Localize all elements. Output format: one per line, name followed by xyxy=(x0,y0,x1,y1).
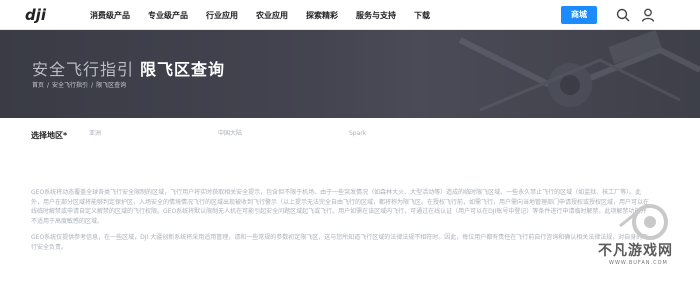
geo-description: GEO系统将动态覆盖全球各类飞行安全限制的区域，飞行用户将实时获取相关安全提示，… xyxy=(31,188,651,259)
title-section: 安全飞行指引 xyxy=(32,60,135,79)
dji-logo[interactable]: dji xyxy=(25,6,63,27)
breadcrumb-flight-guide[interactable]: 安全飞行指引 xyxy=(52,82,88,89)
page-title: 安全飞行指引 限飞区查询 xyxy=(32,56,225,80)
breadcrumb-current: 限飞区查询 xyxy=(96,82,127,89)
geo-paragraph-2: GEO系统仅提供参考信息，在一些区域，DJI 大疆创新系统将采用适用管理，请和一… xyxy=(31,234,649,251)
breadcrumb: 首页 / 安全飞行指引 / 限飞区查询 xyxy=(32,80,126,89)
nav-link-professional[interactable]: 专业级产品 xyxy=(148,10,188,21)
hero-banner: 安全飞行指引 限飞区查询 首页 / 安全飞行指引 / 限飞区查询 xyxy=(0,30,700,118)
nav-link-consumer[interactable]: 消费级产品 xyxy=(90,10,130,21)
region-selector: 选择地区* 亚洲 中国大陆 Spark xyxy=(0,118,700,158)
search-icon[interactable] xyxy=(615,7,631,23)
title-page: 限飞区查询 xyxy=(140,60,226,79)
svg-text:dji: dji xyxy=(25,7,47,23)
watermark-title: 不凡游戏网 xyxy=(598,243,673,259)
nav-links: 消费级产品 专业级产品 行业应用 农业应用 探索精彩 服务与支持 下载 xyxy=(90,0,448,30)
watermark-url: WWW.BUFAN.COM xyxy=(609,260,668,266)
store-button[interactable]: 商城 xyxy=(561,6,597,24)
nav-link-support[interactable]: 服务与支持 xyxy=(356,10,396,21)
hero-drone-graphic xyxy=(458,30,700,112)
nav-link-download[interactable]: 下载 xyxy=(414,10,430,21)
continent-select[interactable]: 亚洲 xyxy=(85,127,205,141)
nav-link-agriculture[interactable]: 农业应用 xyxy=(256,10,288,21)
breadcrumb-separator: / xyxy=(47,82,50,89)
geo-paragraph-1: GEO系统将动态覆盖全球各类飞行安全限制的区域，飞行用户将实时获取相关安全提示，… xyxy=(31,189,650,225)
product-select[interactable]: Spark xyxy=(345,127,465,141)
breadcrumb-home[interactable]: 首页 xyxy=(32,82,44,89)
top-nav: dji 消费级产品 专业级产品 行业应用 农业应用 探索精彩 服务与支持 下载 … xyxy=(0,0,700,30)
breadcrumb-separator: / xyxy=(91,82,94,89)
nav-link-enterprise[interactable]: 行业应用 xyxy=(206,10,238,21)
nav-link-explore[interactable]: 探索精彩 xyxy=(306,10,338,21)
user-icon[interactable] xyxy=(640,7,656,23)
country-select[interactable]: 中国大陆 xyxy=(214,127,334,141)
region-label: 选择地区* xyxy=(31,131,68,140)
